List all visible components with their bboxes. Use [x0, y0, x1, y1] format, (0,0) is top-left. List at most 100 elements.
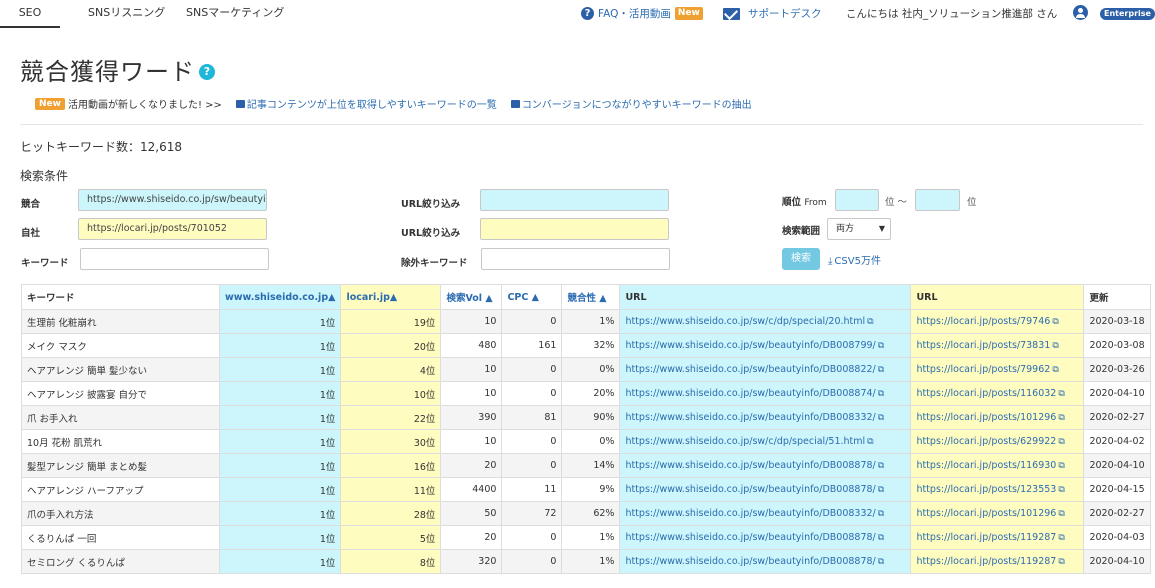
updated-cell: 2020-04-10: [1083, 381, 1151, 406]
url-link[interactable]: https://www.shiseido.co.jp/sw/beautyinfo…: [625, 412, 875, 423]
url-link[interactable]: https://www.shiseido.co.jp/sw/beautyinfo…: [625, 388, 875, 399]
url-link[interactable]: https://www.shiseido.co.jp/sw/beautyinfo…: [625, 460, 875, 471]
plan-badge: Enterprise: [1100, 8, 1155, 20]
table-row: ヘアアレンジ 披露宴 自分で 1位 10位 10 0 20% https://www.shi…: [21, 381, 1151, 406]
url-link[interactable]: https://locari.jp/posts/123553: [916, 484, 1056, 495]
external-link-icon[interactable]: ⧉: [878, 485, 884, 495]
header-cpc[interactable]: CPC ▲: [501, 284, 563, 310]
user-circle-icon[interactable]: [1073, 5, 1088, 20]
rank-label-text: 順位: [782, 197, 802, 208]
url-link[interactable]: https://locari.jp/posts/629922: [916, 436, 1056, 447]
external-link-icon[interactable]: ⧉: [878, 461, 884, 471]
external-link-icon[interactable]: ⧉: [1058, 557, 1064, 567]
csv-download-link[interactable]: ⤓ CSV5万件: [828, 252, 881, 267]
self-url-filter-input[interactable]: [480, 218, 669, 240]
url-link[interactable]: https://locari.jp/posts/101296: [916, 508, 1056, 519]
self-rank-cell: 4位: [340, 357, 442, 382]
url-link[interactable]: https://locari.jp/posts/119287: [916, 556, 1056, 567]
keyword-cell: 爪の手入れ方法: [21, 501, 220, 526]
url-link[interactable]: https://www.shiseido.co.jp/sw/beautyinfo…: [625, 340, 875, 351]
header-competition[interactable]: 競合性 ▲: [561, 284, 621, 310]
rank-from-input[interactable]: [835, 189, 879, 211]
url-filter-label-2: URL絞り込み: [401, 228, 461, 239]
url-link[interactable]: https://locari.jp/posts/101296: [916, 412, 1056, 423]
updated-cell: 2020-04-10: [1083, 453, 1151, 478]
self-url-cell: https://locari.jp/posts/79746 ⧉: [910, 309, 1085, 334]
header-competitor-url: URL: [619, 284, 912, 310]
external-link-icon[interactable]: ⧉: [878, 365, 884, 375]
keyword-cell: 10月 花粉 肌荒れ: [21, 429, 220, 454]
scope-select[interactable]: 両方 ▼: [827, 218, 891, 240]
exclude-keyword-input[interactable]: [481, 248, 670, 270]
external-link-icon[interactable]: ⧉: [1052, 365, 1058, 375]
competitor-url-cell: https://www.shiseido.co.jp/sw/beautyinfo…: [619, 333, 912, 358]
header-self-rank[interactable]: locari.jp▲: [340, 284, 442, 310]
faq-link[interactable]: ? FAQ・活用動画 New: [581, 6, 703, 21]
external-link-icon[interactable]: ⧉: [867, 317, 873, 327]
external-link-icon[interactable]: ⧉: [1058, 389, 1064, 399]
keyword-cell: セミロング くるりんぱ: [21, 549, 220, 574]
external-link-icon[interactable]: ⧉: [1052, 341, 1058, 351]
external-link-icon[interactable]: ⧉: [878, 389, 884, 399]
url-link[interactable]: https://www.shiseido.co.jp/sw/beautyinfo…: [625, 532, 875, 543]
hit-count: ヒットキーワード数：12,618: [20, 140, 182, 154]
url-link[interactable]: https://www.shiseido.co.jp/sw/c/dp/speci…: [625, 316, 865, 327]
header-search-volume[interactable]: 検索Vol ▲: [440, 284, 503, 310]
competitor-rank-cell: 1位: [218, 549, 342, 574]
tab-sns-listening[interactable]: SNSリスニング: [88, 0, 165, 28]
competition-cell: 20%: [561, 381, 621, 406]
film-icon: [235, 99, 245, 108]
tab-seo[interactable]: SEO: [0, 0, 60, 28]
external-link-icon[interactable]: ⧉: [878, 413, 884, 423]
url-link[interactable]: https://www.shiseido.co.jp/sw/beautyinfo…: [625, 556, 875, 567]
table-body: 生理前 化粧崩れ 1位 19位 10 0 1% https://www.shiseido.c…: [21, 309, 1151, 574]
url-link[interactable]: https://www.shiseido.co.jp/sw/beautyinfo…: [625, 508, 875, 519]
updated-cell: 2020-04-10: [1083, 549, 1151, 574]
url-link[interactable]: https://www.shiseido.co.jp/sw/beautyinfo…: [625, 364, 875, 375]
competition-cell: 62%: [561, 501, 621, 526]
url-link[interactable]: https://locari.jp/posts/79746: [916, 316, 1050, 327]
self-rank-cell: 19位: [340, 309, 442, 334]
url-link[interactable]: https://locari.jp/posts/79962: [916, 364, 1050, 375]
search-button[interactable]: 検索: [782, 248, 820, 270]
competition-cell: 90%: [561, 405, 621, 430]
external-link-icon[interactable]: ⧉: [1058, 437, 1064, 447]
url-link[interactable]: https://www.shiseido.co.jp/sw/beautyinfo…: [625, 484, 875, 495]
url-link[interactable]: https://locari.jp/posts/116032: [916, 388, 1056, 399]
external-link-icon[interactable]: ⧉: [867, 437, 873, 447]
external-link-icon[interactable]: ⧉: [878, 557, 884, 567]
conversion-link[interactable]: コンバージョンにつながりやすいキーワードの抽出: [510, 96, 752, 111]
notice-text[interactable]: 活用動画が新しくなりました! >>: [68, 96, 222, 111]
table-row: 生理前 化粧崩れ 1位 19位 10 0 1% https://www.shiseido.c…: [21, 309, 1151, 334]
competitor-url-input[interactable]: https://www.shiseido.co.jp/sw/beautyinf: [78, 189, 267, 211]
external-link-icon[interactable]: ⧉: [1058, 509, 1064, 519]
rank-to-input[interactable]: [915, 189, 960, 211]
external-link-icon[interactable]: ⧉: [1058, 533, 1064, 543]
cpc-cell: 0: [501, 309, 563, 334]
exclude-keyword-label: 除外キーワード: [401, 258, 468, 269]
competitor-rank-cell: 1位: [218, 333, 342, 358]
url-link[interactable]: https://locari.jp/posts/116930: [916, 460, 1056, 471]
external-link-icon[interactable]: ⧉: [1052, 317, 1058, 327]
external-link-icon[interactable]: ⧉: [1058, 413, 1064, 423]
competitor-url-filter-input[interactable]: [480, 189, 669, 211]
external-link-icon[interactable]: ⧉: [1058, 485, 1064, 495]
support-desk-link[interactable]: サポートデスク: [723, 6, 822, 21]
keyword-cell: 生理前 化粧崩れ: [21, 309, 220, 334]
external-link-icon[interactable]: ⧉: [1058, 461, 1064, 471]
url-link[interactable]: https://locari.jp/posts/119287: [916, 532, 1056, 543]
keyword-list-link[interactable]: 記事コンテンツが上位を取得しやすいキーワードの一覧: [235, 96, 497, 111]
header-competitor-rank[interactable]: www.shiseido.co.jp▲: [218, 284, 342, 310]
help-icon[interactable]: ?: [199, 64, 215, 80]
tab-sns-marketing[interactable]: SNSマーケティング: [186, 0, 284, 28]
cpc-cell: 72: [501, 501, 563, 526]
external-link-icon[interactable]: ⧉: [878, 341, 884, 351]
self-url-input[interactable]: https://locari.jp/posts/701052: [78, 218, 267, 240]
external-link-icon[interactable]: ⧉: [878, 509, 884, 519]
external-link-icon[interactable]: ⧉: [878, 533, 884, 543]
table-row: 爪の手入れ方法 1位 28位 50 72 62% https://www.shiseido.…: [21, 501, 1151, 526]
url-link[interactable]: https://locari.jp/posts/73831: [916, 340, 1050, 351]
url-link[interactable]: https://www.shiseido.co.jp/sw/c/dp/speci…: [625, 436, 865, 447]
keyword-input[interactable]: [80, 248, 269, 270]
keyword-cell: 爪 お手入れ: [21, 405, 220, 430]
